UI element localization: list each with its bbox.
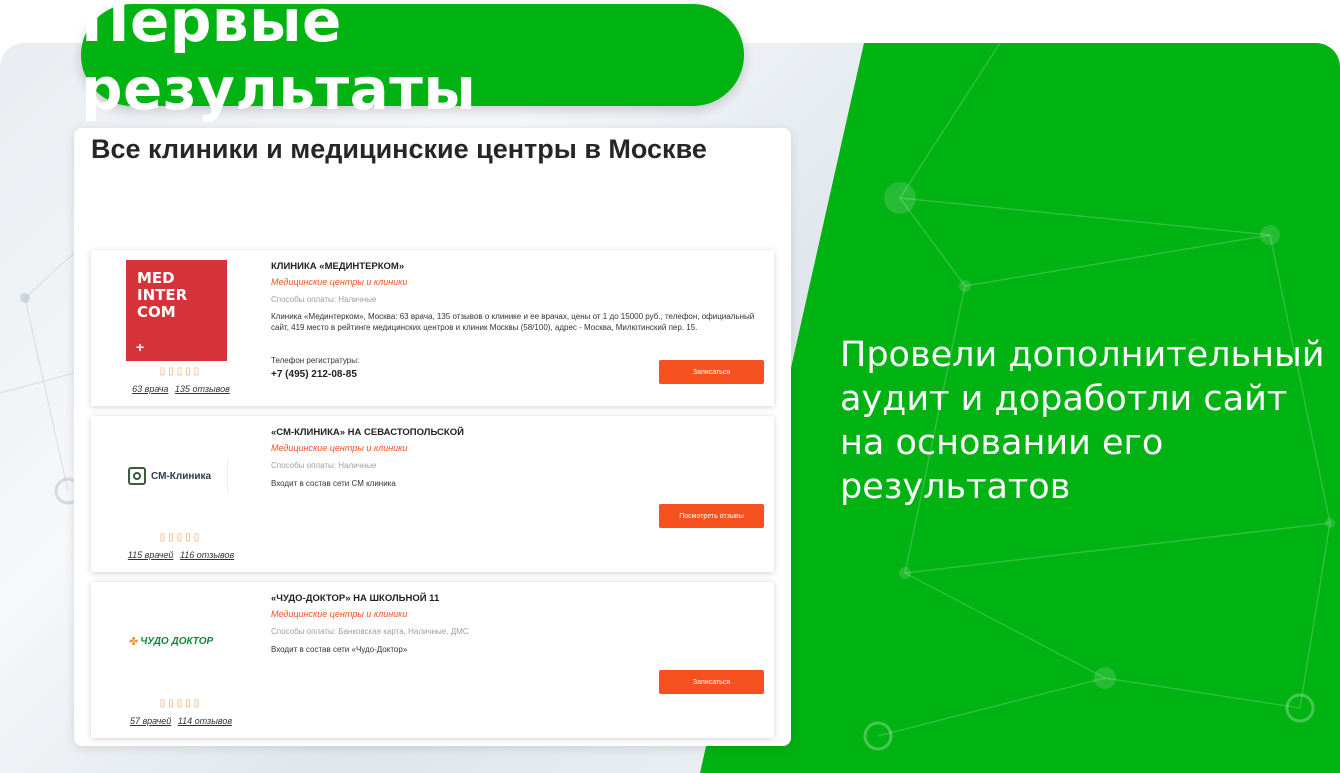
sm-logo-icon [128, 467, 146, 485]
reviews-link[interactable]: 135 отзывов [175, 384, 230, 394]
payment-methods: Способы оплаты: Банковская карта, Наличн… [271, 627, 469, 636]
phone-label: Телефон регистратуры: [271, 356, 360, 365]
clover-icon: ✤ [129, 635, 139, 648]
clinic-description: Клиника «Мединтерком», Москва: 63 врача,… [271, 312, 755, 332]
title-banner: Первые результаты [81, 0, 744, 123]
sm-klinika-logo[interactable]: СМ-Клиника [126, 459, 228, 493]
book-button[interactable]: Записаться [659, 360, 764, 384]
clinic-card-medinterkom: MED INTER COM + ▯▯▯▯▯ 63 врача 135 отзыв… [91, 250, 774, 406]
payment-methods: Способы оплаты: Наличные [271, 295, 377, 304]
rating-stars: ▯▯▯▯▯ [159, 366, 203, 377]
clinic-name[interactable]: «СМ-КЛИНИКА» НА СЕВАСТОПОЛЬСКОЙ [271, 427, 464, 438]
clinic-name[interactable]: «ЧУДО-ДОКТОР» НА ШКОЛЬНОЙ 11 [271, 593, 439, 604]
clinic-counts: 57 врачей 114 отзывов [91, 716, 271, 726]
doctors-link[interactable]: 63 врача [132, 384, 168, 394]
doctors-link[interactable]: 115 врачей [128, 550, 174, 560]
book-button[interactable]: Записаться [659, 670, 764, 694]
clinic-logo-area: СМ-Клиника ▯▯▯▯▯ 115 врачей 116 отзывов [91, 416, 271, 572]
phone-number[interactable]: +7 (495) 212-08-85 [271, 369, 357, 380]
clinic-name[interactable]: КЛИНИКА «МЕДИНТЕРКОМ» [271, 261, 404, 272]
clinic-card-sm-klinika: СМ-Клиника ▯▯▯▯▯ 115 врачей 116 отзывов … [91, 416, 774, 572]
clinic-description: Входит в состав сети СМ клиника [271, 479, 396, 488]
side-caption: Провели дополнительный аудит и доработли… [840, 335, 1325, 507]
reviews-link[interactable]: 116 отзывов [180, 550, 234, 560]
rating-stars: ▯▯▯▯▯ [159, 532, 203, 543]
clinic-logo-area: MED INTER COM + ▯▯▯▯▯ 63 врача 135 отзыв… [91, 250, 271, 406]
clinic-description: Входит в состав сети «Чудо-Доктор» [271, 645, 408, 654]
clinic-category[interactable]: Медицинские центры и клиники [271, 443, 407, 453]
rating-stars: ▯▯▯▯▯ [159, 698, 203, 709]
logo-text: MED INTER COM [137, 269, 188, 321]
reviews-link[interactable]: 114 отзывов [178, 716, 232, 726]
view-reviews-button[interactable]: Посмотреть отзывы [659, 504, 764, 528]
screenshot-panel: Все клиники и медицинские центры в Москв… [74, 128, 791, 746]
banner-title: Первые результаты [81, 0, 477, 123]
chudo-doktor-logo[interactable]: ✤ ЧУДО ДОКТОР [129, 629, 229, 653]
clinic-logo-area: ✤ ЧУДО ДОКТОР ▯▯▯▯▯ 57 врачей 114 отзыво… [91, 582, 271, 738]
page-title: Все клиники и медицинские центры в Москв… [91, 134, 707, 164]
doctors-link[interactable]: 57 врачей [130, 716, 171, 726]
clinic-card-chudo-doktor: ✤ ЧУДО ДОКТОР ▯▯▯▯▯ 57 врачей 114 отзыво… [91, 582, 774, 738]
medintercom-logo[interactable]: MED INTER COM + [126, 260, 227, 361]
clinic-counts: 63 врача 135 отзывов [91, 384, 271, 394]
clinic-category[interactable]: Медицинские центры и клиники [271, 277, 407, 287]
plus-icon: + [136, 339, 145, 355]
payment-methods: Способы оплаты: Наличные [271, 461, 377, 470]
logo-text: СМ-Клиника [151, 470, 212, 482]
logo-text: ЧУДО ДОКТОР [140, 635, 214, 647]
clinic-category[interactable]: Медицинские центры и клиники [271, 609, 407, 619]
clinic-counts: 115 врачей 116 отзывов [91, 550, 271, 560]
